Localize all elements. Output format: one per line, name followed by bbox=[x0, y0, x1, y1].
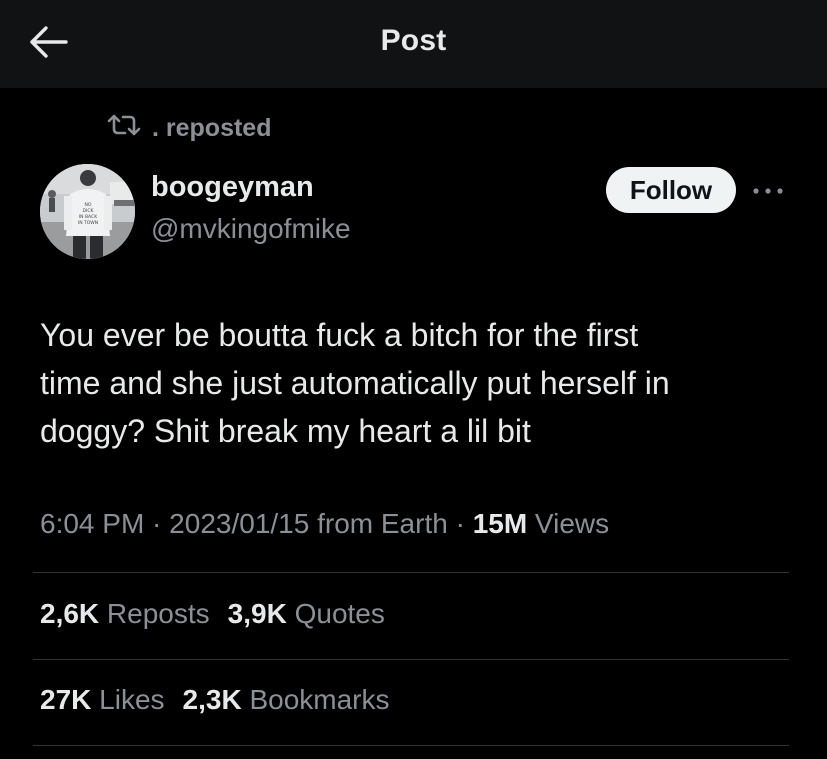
repost-text: . reposted bbox=[152, 113, 272, 142]
post-text-line: time and she just automatically put hers… bbox=[40, 365, 670, 401]
meta-separator: · bbox=[447, 508, 473, 539]
bookmarks-label: Bookmarks bbox=[241, 684, 390, 715]
post-text-line: doggy? Shit break my heart a lil bit bbox=[40, 413, 531, 449]
post-meta: 6:04 PM · 2023/01/15 from Earth · 15M Vi… bbox=[40, 508, 609, 540]
reposts-label: Reposts bbox=[99, 598, 210, 629]
page-title: Post bbox=[380, 24, 447, 57]
likes-stat[interactable]: 27K Likes bbox=[40, 684, 165, 716]
stats-row-likes: 27K Likes 2,3K Bookmarks bbox=[40, 684, 408, 716]
post-source: from Earth bbox=[309, 508, 448, 539]
follow-button[interactable]: Follow bbox=[606, 167, 736, 213]
more-horizontal-icon bbox=[752, 182, 784, 200]
meta-separator: · bbox=[144, 508, 170, 539]
post-time[interactable]: 6:04 PM bbox=[40, 508, 144, 539]
author-handle[interactable]: @mvkingofmike bbox=[151, 213, 351, 245]
quotes-label: Quotes bbox=[286, 598, 385, 629]
likes-label: Likes bbox=[91, 684, 165, 715]
views-count: 15M bbox=[472, 508, 528, 539]
more-options-button[interactable] bbox=[750, 176, 786, 206]
svg-text:IN TOWN: IN TOWN bbox=[78, 220, 98, 226]
divider bbox=[33, 659, 789, 660]
repost-indicator[interactable]: . reposted bbox=[106, 111, 271, 145]
reposts-stat[interactable]: 2,6K Reposts bbox=[40, 598, 210, 630]
bookmarks-stat[interactable]: 2,3K Bookmarks bbox=[183, 684, 390, 716]
divider bbox=[33, 572, 789, 573]
avatar[interactable]: NO DICK IN BACK IN TOWN bbox=[40, 164, 135, 259]
stats-row-reposts: 2,6K Reposts 3,9K Quotes bbox=[40, 598, 403, 630]
top-bar: Post bbox=[0, 0, 827, 88]
likes-count: 27K bbox=[40, 684, 92, 715]
post-date[interactable]: 2023/01/15 bbox=[169, 508, 309, 539]
divider bbox=[33, 745, 789, 746]
views-label: Views bbox=[527, 508, 610, 539]
quotes-count: 3,9K bbox=[227, 598, 287, 629]
post-text-line: You ever be boutta fuck a bitch for the … bbox=[40, 317, 639, 353]
bookmarks-count: 2,3K bbox=[182, 684, 242, 715]
svg-text:DICK: DICK bbox=[83, 208, 95, 214]
author-display-name[interactable]: boogeyman bbox=[151, 171, 314, 204]
retweet-icon bbox=[106, 112, 152, 145]
quotes-stat[interactable]: 3,9K Quotes bbox=[228, 598, 385, 630]
avatar-shirt-text: NO bbox=[85, 202, 92, 208]
post-text: You ever be boutta fuck a bitch for the … bbox=[40, 311, 800, 455]
reposts-count: 2,6K bbox=[40, 598, 100, 629]
svg-text:IN BACK: IN BACK bbox=[79, 214, 98, 220]
